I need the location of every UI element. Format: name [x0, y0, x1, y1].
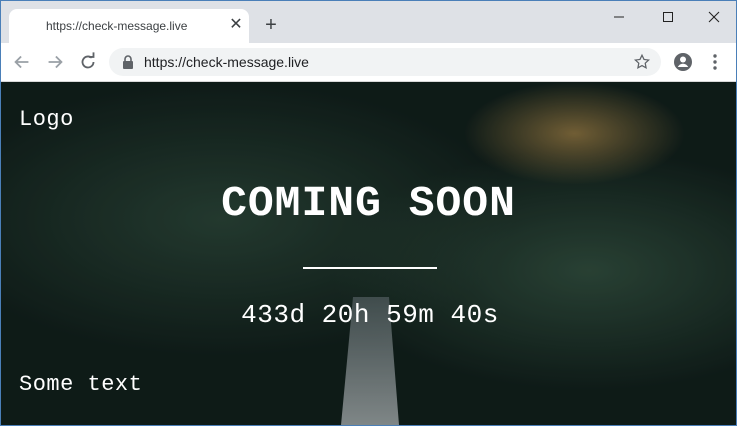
browser-window: https://check-message.live ✕ + https://c…	[0, 0, 737, 426]
lock-icon	[123, 55, 133, 69]
footer-text: Some text	[19, 372, 143, 397]
countdown-timer: 433d 20h 59m 40s	[241, 300, 499, 330]
page-content: Logo COMING SOON 433d 20h 59m 40s Some t…	[1, 82, 736, 425]
browser-toolbar: https://check-message.live	[1, 43, 736, 82]
tab-close-icon[interactable]: ✕	[228, 17, 244, 33]
url-text: https://check-message.live	[144, 54, 309, 70]
minimize-icon[interactable]	[607, 5, 631, 29]
logo-text[interactable]: Logo	[19, 107, 74, 132]
reload-icon[interactable]	[77, 51, 99, 73]
title-bar: https://check-message.live ✕ +	[1, 1, 736, 43]
forward-icon[interactable]	[44, 51, 66, 73]
tab-title: https://check-message.live	[46, 19, 188, 33]
coming-soon-heading: COMING SOON	[221, 179, 516, 228]
maximize-icon[interactable]	[656, 5, 680, 29]
profile-icon[interactable]	[673, 52, 693, 72]
heading-divider	[303, 267, 437, 269]
address-bar[interactable]: https://check-message.live	[109, 48, 661, 76]
browser-tab[interactable]: https://check-message.live ✕	[9, 9, 249, 43]
close-icon[interactable]	[702, 5, 726, 29]
back-icon[interactable]	[11, 51, 33, 73]
star-icon[interactable]	[633, 53, 651, 71]
new-tab-button[interactable]: +	[261, 15, 281, 35]
menu-icon[interactable]	[707, 52, 723, 72]
